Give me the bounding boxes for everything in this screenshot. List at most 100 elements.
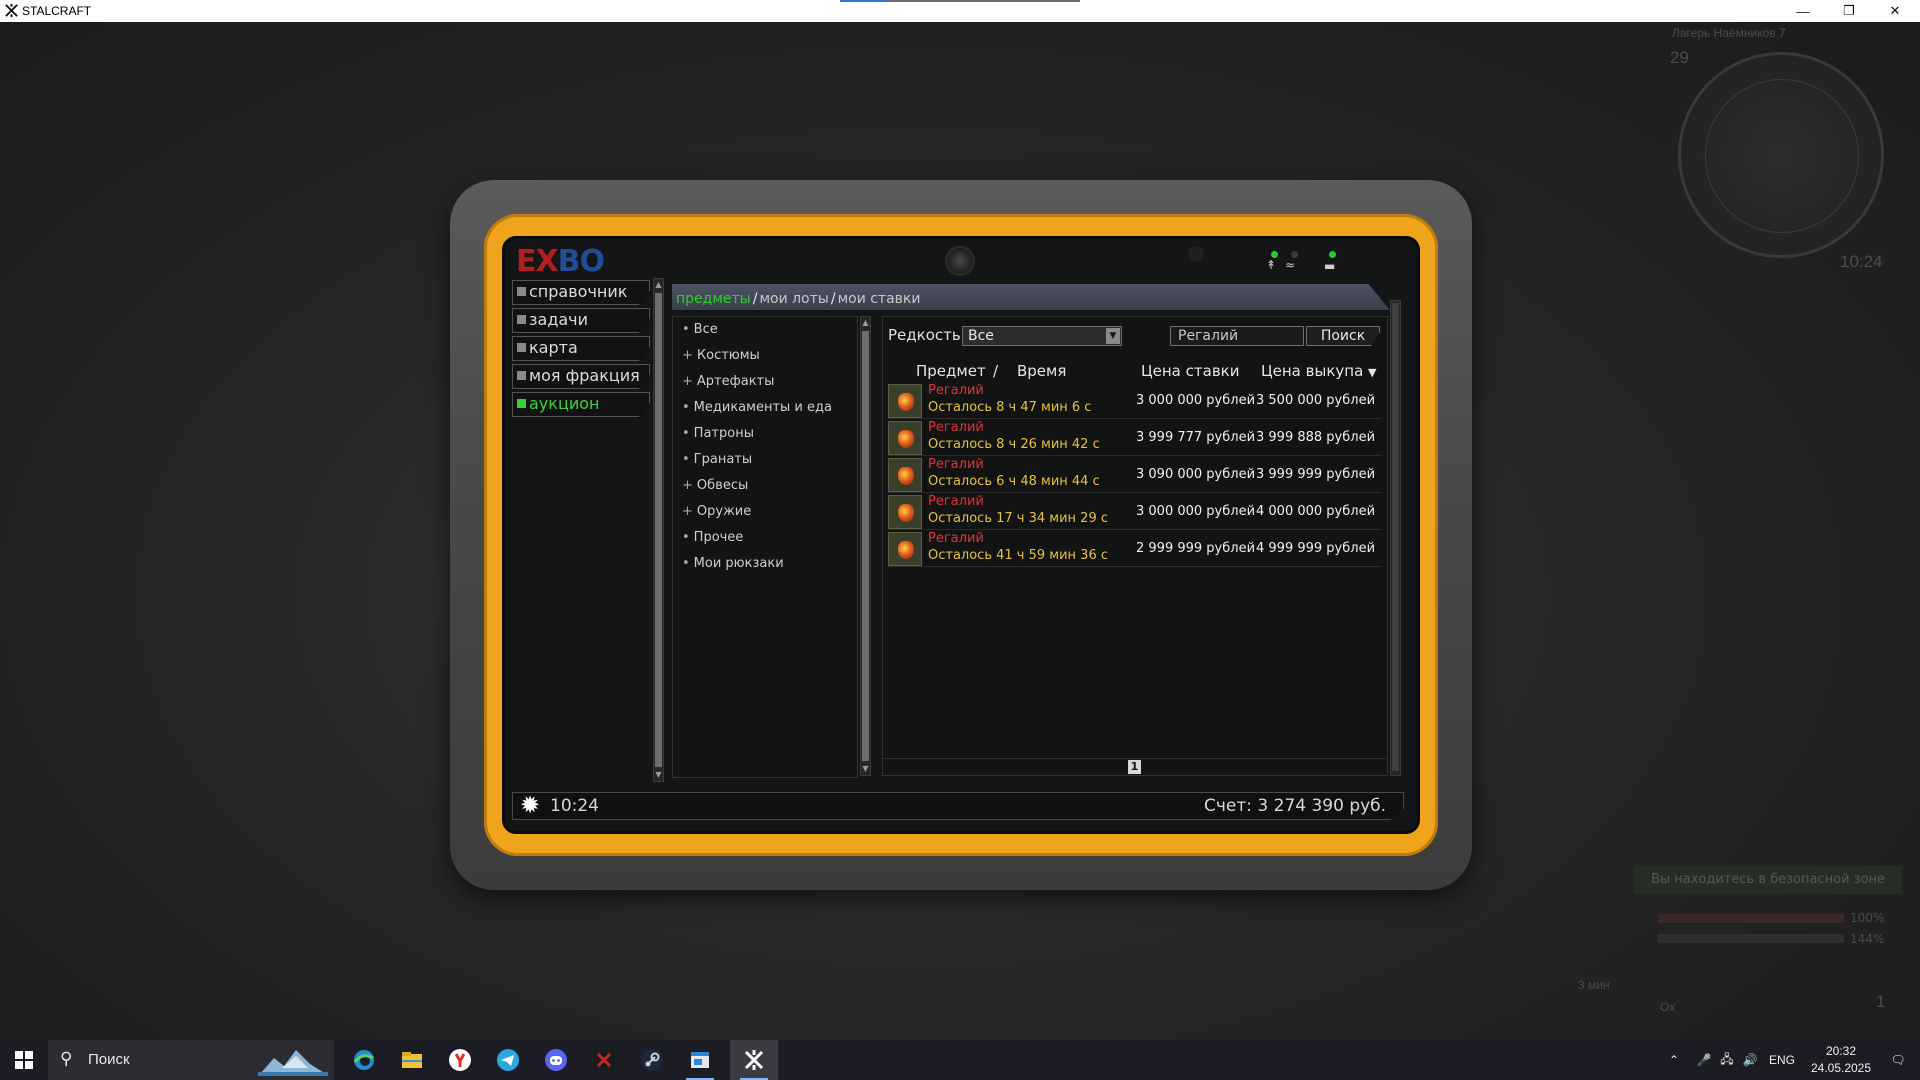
lot-name: Регалий <box>928 457 984 472</box>
telegram-icon <box>497 1049 519 1071</box>
notification-icon: 🗨 <box>1890 1053 1906 1067</box>
restore-button[interactable]: ❐ <box>1826 0 1872 22</box>
lot-row[interactable]: Регалий Осталось 17 ч 34 мин 29 с 3 000 … <box>888 494 1382 530</box>
tab-my-lots[interactable]: мои лоты <box>759 291 828 307</box>
volume-button[interactable]: 🔊 <box>1740 1040 1760 1080</box>
menu-item-handbook[interactable]: справочник <box>512 280 650 305</box>
hud-location: Лагерь Наёмников 7 <box>1672 26 1786 40</box>
lot-buyout-price: 3 999 999 рублей <box>1256 467 1376 482</box>
taskbar-discord[interactable] <box>532 1040 580 1080</box>
scroll-thumb[interactable] <box>655 293 662 767</box>
lot-row[interactable]: Регалий Осталось 8 ч 47 мин 6 с 3 000 00… <box>888 383 1382 419</box>
taskbar-yandex-browser[interactable] <box>436 1040 484 1080</box>
taskbar-stalcraft[interactable] <box>730 1040 778 1080</box>
hud-clock: 10:24 <box>1840 252 1883 271</box>
clock-time: 20:32 <box>1825 1044 1857 1058</box>
taskbar-window-app[interactable] <box>676 1040 724 1080</box>
menu-bullet-icon <box>517 343 526 352</box>
lot-name: Регалий <box>928 420 984 435</box>
scroll-down-icon[interactable]: ▼ <box>654 770 663 780</box>
language-indicator[interactable]: ENG <box>1764 1040 1800 1080</box>
menu-bullet-icon <box>517 399 526 408</box>
category-item[interactable]: + Обвесы <box>682 478 748 493</box>
pager-divider <box>882 758 1386 759</box>
search-input[interactable] <box>1170 326 1304 346</box>
volume-icon: 🔊 <box>1742 1053 1758 1067</box>
menu-item-auction[interactable]: аукцион <box>512 392 650 417</box>
tab-my-bids[interactable]: мои ставки <box>838 291 921 307</box>
stalcraft-icon <box>744 1050 764 1070</box>
taskbar-exbo-launcher[interactable] <box>580 1040 628 1080</box>
lot-buyout-price: 3 999 888 рублей <box>1256 430 1376 445</box>
file-explorer-icon <box>402 1052 422 1068</box>
tab-items[interactable]: предметы <box>676 291 751 307</box>
category-item[interactable]: • Мои рюкзаки <box>682 556 784 571</box>
start-button[interactable] <box>0 1040 48 1080</box>
taskbar-steam[interactable] <box>628 1040 676 1080</box>
lot-row[interactable]: Регалий Осталось 6 ч 48 мин 44 с 3 090 0… <box>888 457 1382 493</box>
column-header-bid[interactable]: Цена ставки <box>1141 362 1239 380</box>
microphone-button[interactable]: 🎤 <box>1694 1040 1714 1080</box>
scroll-up-icon[interactable]: ▲ <box>861 318 870 328</box>
lot-bid-price: 3 999 777 рублей <box>1136 430 1256 445</box>
taskbar-clock[interactable]: 20:32 24.05.2025 <box>1800 1043 1882 1077</box>
lot-row[interactable]: Регалий Осталось 41 ч 59 мин 36 с 2 999 … <box>888 531 1382 567</box>
scroll-up-icon[interactable]: ▲ <box>654 280 663 290</box>
lot-name: Регалий <box>928 531 984 546</box>
taskbar-search[interactable]: ⚲ Поиск <box>48 1040 334 1080</box>
restore-icon: ❐ <box>1843 3 1855 18</box>
lot-time-left: Осталось 8 ч 26 мин 42 с <box>928 437 1100 452</box>
scroll-thumb[interactable] <box>862 331 869 761</box>
scroll-thumb[interactable] <box>1392 303 1399 771</box>
lot-buyout-price: 4 000 000 рублей <box>1256 504 1376 519</box>
category-item[interactable]: • Все <box>682 322 718 337</box>
taskbar-telegram[interactable] <box>484 1040 532 1080</box>
taskbar-edge[interactable] <box>340 1040 388 1080</box>
hud-minimap-number: 29 <box>1670 48 1689 67</box>
column-header-time[interactable]: Время <box>1017 362 1066 380</box>
yandex-browser-icon <box>449 1049 471 1071</box>
menu-item-tasks[interactable]: задачи <box>512 308 650 333</box>
regaliy-artifact-icon <box>888 421 922 455</box>
signal-led <box>1271 251 1278 258</box>
network-button[interactable]: 🖧 <box>1716 1040 1738 1080</box>
page-button[interactable]: 1 <box>1128 760 1141 774</box>
search-button[interactable]: Поиск <box>1306 326 1380 346</box>
lots-scrollbar[interactable] <box>1390 300 1401 776</box>
taskbar-file-explorer[interactable] <box>388 1040 436 1080</box>
category-item[interactable]: • Гранаты <box>682 452 752 467</box>
window-title: STALCRAFT <box>22 4 92 18</box>
menu-bullet-icon <box>517 287 526 296</box>
menu-bullet-icon <box>517 315 526 324</box>
lot-bid-price: 3 090 000 рублей <box>1136 467 1256 482</box>
tray-expand-button[interactable]: ⌃ <box>1664 1040 1684 1080</box>
lot-row[interactable]: Регалий Осталось 8 ч 26 мин 42 с 3 999 7… <box>888 420 1382 456</box>
category-item[interactable]: • Прочее <box>682 530 743 545</box>
chevron-down-icon[interactable]: ▼ <box>1106 328 1120 344</box>
regaliy-artifact-icon <box>888 458 922 492</box>
minimize-button[interactable]: — <box>1780 0 1826 22</box>
category-item[interactable]: • Патроны <box>682 426 754 441</box>
rarity-select[interactable]: Все ▼ <box>962 326 1122 346</box>
stalcraft-logo-icon <box>5 3 18 18</box>
rarity-label: Редкость <box>888 326 961 344</box>
menu-item-map[interactable]: карта <box>512 336 650 361</box>
lot-time-left: Осталось 17 ч 34 мин 29 с <box>928 511 1108 526</box>
menu-scrollbar[interactable]: ▲ ▼ <box>653 278 664 782</box>
wifi-icon: ≈ <box>1285 258 1296 272</box>
battery-icon: ▬ <box>1324 259 1336 273</box>
category-scrollbar[interactable]: ▲ ▼ <box>860 316 871 776</box>
close-button[interactable]: ✕ <box>1872 0 1918 22</box>
column-header-buyout[interactable]: Цена выкупа ▼ <box>1261 362 1377 380</box>
category-item[interactable]: + Артефакты <box>682 374 774 389</box>
category-item[interactable]: + Оружие <box>682 504 751 519</box>
category-item[interactable]: + Костюмы <box>682 348 760 363</box>
window-titlebar: STALCRAFT — ❐ ✕ <box>0 0 1920 22</box>
sun-icon: ✹ <box>520 791 541 819</box>
category-item[interactable]: • Медикаменты и еда <box>682 400 832 415</box>
menu-item-my-faction[interactable]: моя фракция <box>512 364 650 389</box>
notifications-button[interactable]: 🗨 <box>1880 1040 1916 1080</box>
account-balance: Счет: 3 274 390 руб. <box>1204 796 1387 816</box>
column-header-item[interactable]: Предмет <box>916 362 986 380</box>
scroll-down-icon[interactable]: ▼ <box>861 764 870 774</box>
